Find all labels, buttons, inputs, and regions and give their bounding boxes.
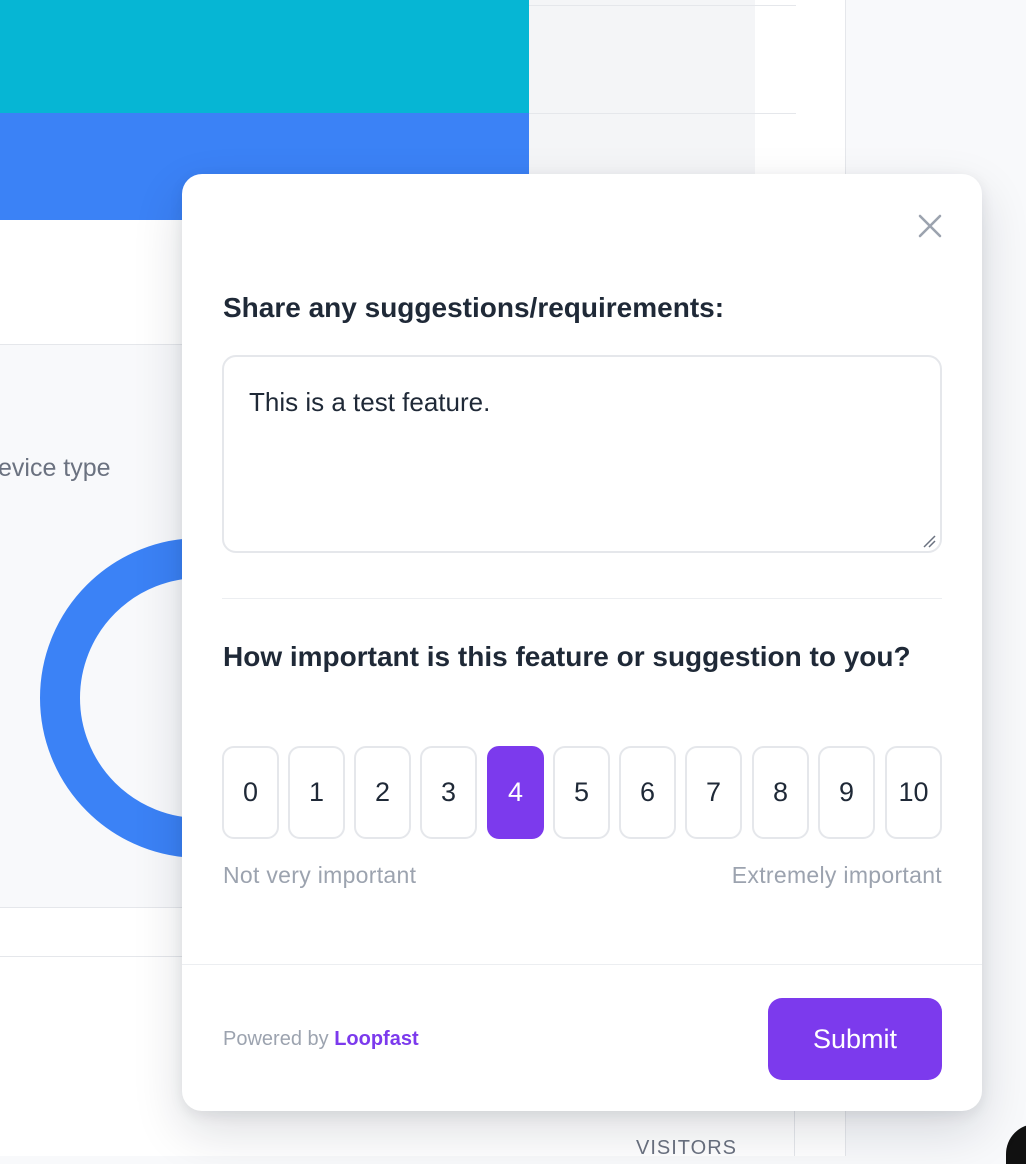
scale-option-3[interactable]: 3 (420, 746, 477, 839)
loopfast-link[interactable]: Loopfast (334, 1028, 418, 1050)
scale-option-4[interactable]: 4 (487, 746, 544, 839)
scale-option-5[interactable]: 5 (553, 746, 610, 839)
importance-question: How important is this feature or suggest… (223, 641, 911, 672)
scale-option-0[interactable]: 0 (222, 746, 279, 839)
suggestions-textarea[interactable]: This is a test feature. (222, 355, 942, 553)
scale-option-7[interactable]: 7 (685, 746, 742, 839)
footer-divider (182, 964, 982, 965)
scale-option-2[interactable]: 2 (354, 746, 411, 839)
scale-option-6[interactable]: 6 (619, 746, 676, 839)
section-divider (222, 598, 942, 599)
gridline (529, 113, 796, 114)
submit-button[interactable]: Submit (768, 998, 942, 1080)
visitors-header: VISITORS (636, 1137, 737, 1159)
device-type-label: evice type (0, 454, 111, 482)
feedback-modal: Share any suggestions/requirements: This… (182, 174, 982, 1111)
close-button[interactable] (914, 210, 946, 242)
suggestions-question: Share any suggestions/requirements: (223, 292, 725, 323)
powered-by: Powered by Loopfast (223, 1028, 419, 1051)
scale-option-10[interactable]: 10 (885, 746, 942, 839)
scale-option-9[interactable]: 9 (818, 746, 875, 839)
importance-scale: 0 1 2 3 4 5 6 7 8 9 10 (222, 746, 942, 839)
gridline (529, 5, 796, 6)
chart-bar-cyan (0, 0, 529, 113)
scale-option-1[interactable]: 1 (288, 746, 345, 839)
close-icon (918, 214, 942, 238)
resize-grip-icon[interactable] (922, 534, 936, 548)
scale-low-label: Not very important (223, 862, 417, 888)
scale-option-8[interactable]: 8 (752, 746, 809, 839)
scale-high-label: Extremely important (731, 862, 942, 888)
powered-by-text: Powered by (223, 1028, 329, 1050)
